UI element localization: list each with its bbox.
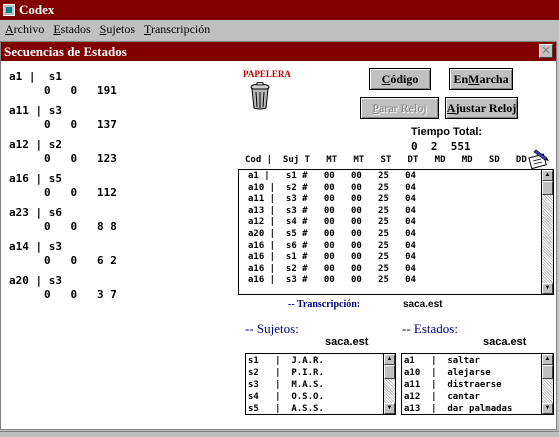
table-row[interactable]: a16 | s2 # 00 00 25 04: [239, 264, 539, 276]
sujetos-rows: s1 | J.A.R. s2 | P.I.R. s3 | M.A.S. s4 |…: [246, 355, 324, 414]
menu-estados[interactable]: Estados: [49, 22, 94, 37]
tiempo-total-values: 0 2 551: [411, 140, 471, 153]
transcripcion-label: -- Transcripción:: [288, 299, 361, 310]
list-item[interactable]: a12 | cantar: [402, 391, 512, 403]
window-title: Secuencias de Estados: [4, 43, 127, 59]
window-title-bar: Secuencias de Estados ✕: [1, 42, 556, 61]
scroll-down-icon[interactable]: ▼: [384, 403, 395, 414]
table-row[interactable]: a16 | s3 # 00 00 25 04: [239, 275, 539, 287]
estados-file: saca.est: [483, 336, 527, 348]
table-row[interactable]: a20 | s5 # 00 00 25 04: [239, 229, 539, 241]
transcripcion-file: saca.est: [403, 299, 443, 310]
list-item[interactable]: s3 | M.A.S.: [246, 379, 324, 391]
sequence-head: a23 | s6: [9, 206, 62, 219]
sequence-values: 0 0 137: [44, 118, 117, 131]
sequence-head: a14 | s3: [9, 240, 62, 253]
sujetos-file: saca.est: [325, 336, 369, 348]
sequence-values: 0 0 123: [44, 152, 117, 165]
sequence-head: a1 | s1: [9, 70, 62, 83]
estados-label: -- Estados:: [402, 321, 458, 336]
list-item[interactable]: a1 | saltar: [402, 355, 512, 367]
estados-listbox[interactable]: a1 | saltar a10 | alejarse a11 | distrae…: [401, 353, 554, 415]
table-row[interactable]: a11 | s3 # 00 00 25 04: [239, 194, 539, 206]
app-menu-icon[interactable]: [3, 4, 15, 16]
scroll-down-icon[interactable]: ▼: [542, 283, 553, 294]
table-row[interactable]: a12 | s4 # 00 00 25 04: [239, 217, 539, 229]
events-table[interactable]: a1 | s1 # 00 00 25 04 a10 | s2 # 00 00 2…: [238, 169, 554, 295]
scroll-up-icon[interactable]: ▲: [542, 354, 553, 365]
estados-scrollbar[interactable]: ▲ ▼: [541, 354, 553, 414]
table-row[interactable]: a16 | s1 # 00 00 25 04: [239, 252, 539, 264]
ajustar-reloj-button[interactable]: Ajustar Reloj: [445, 97, 518, 119]
menu-sujetos[interactable]: Sujetos: [96, 22, 139, 37]
table-row[interactable]: a13 | s3 # 00 00 25 04: [239, 206, 539, 218]
sequence-values: 0 0 191: [44, 84, 117, 97]
sequence-entry: a1 | s1 0 0 191: [9, 67, 239, 101]
parar-reloj-button[interactable]: Parar Reloj: [360, 97, 439, 119]
scroll-up-icon[interactable]: ▲: [384, 354, 395, 365]
table-scrollbar[interactable]: ▲ ▼: [541, 170, 553, 294]
menubar: Archivo Estados Sujetos Transcripción: [0, 20, 559, 39]
scroll-up-icon[interactable]: ▲: [542, 170, 553, 181]
scroll-down-icon[interactable]: ▼: [542, 403, 553, 414]
sequence-entry: a16 | s5 0 0 112: [9, 169, 239, 203]
sujetos-listbox[interactable]: s1 | J.A.R. s2 | P.I.R. s3 | M.A.S. s4 |…: [245, 353, 396, 415]
table-row[interactable]: a1 | s1 # 00 00 25 04: [239, 171, 539, 183]
sequence-head: a12 | s2: [9, 138, 62, 151]
table-row[interactable]: a10 | s2 # 00 00 25 04: [239, 183, 539, 195]
events-table-rows: a1 | s1 # 00 00 25 04 a10 | s2 # 00 00 2…: [239, 171, 539, 287]
sequence-entry: a23 | s6 0 0 8 8: [9, 203, 239, 237]
codigo-button[interactable]: Código: [369, 68, 431, 90]
close-icon[interactable]: ✕: [539, 44, 553, 58]
tiempo-total-label: Tiempo Total:: [411, 126, 483, 138]
list-item[interactable]: s5 | A.S.S.: [246, 403, 324, 414]
app-title-bar: Codex: [0, 0, 559, 20]
sequence-head: a11 | s3: [9, 104, 62, 117]
app-title: Codex: [19, 2, 55, 17]
list-item[interactable]: a13 | dar palmadas: [402, 403, 512, 414]
list-item[interactable]: a11 | distraerse: [402, 379, 512, 391]
papelera-label: PAPELERA: [243, 69, 291, 79]
trash-can-icon[interactable]: [249, 82, 271, 110]
list-item[interactable]: s1 | J.A.R.: [246, 355, 324, 367]
status-bar: [0, 431, 559, 437]
scroll-thumb[interactable]: [542, 181, 553, 195]
sequence-values: 0 0 112: [44, 186, 117, 199]
menu-transcripcion[interactable]: Transcripción: [140, 22, 214, 37]
sequence-list: a1 | s1 0 0 191 a11 | s3 0 0 137 a12 | s…: [9, 67, 239, 305]
en-marcha-button[interactable]: En Marcha: [449, 68, 513, 90]
sequence-values: 0 0 8 8: [44, 220, 117, 233]
sequence-entry: a11 | s3 0 0 137: [9, 101, 239, 135]
list-item[interactable]: s2 | P.I.R.: [246, 367, 324, 379]
sequence-entry: a20 | s3 0 0 3 7: [9, 271, 239, 305]
table-row[interactable]: a16 | s6 # 00 00 25 04: [239, 241, 539, 253]
edit-pencil-icon[interactable]: [527, 146, 551, 170]
sequence-head: a16 | s5: [9, 172, 62, 185]
scroll-thumb[interactable]: [542, 365, 553, 379]
secuencias-window: Secuencias de Estados ✕ a1 | s1 0 0 191 …: [0, 41, 557, 430]
list-item[interactable]: s4 | O.S.O.: [246, 391, 324, 403]
estados-rows: a1 | saltar a10 | alejarse a11 | distrae…: [402, 355, 512, 414]
sujetos-label: -- Sujetos:: [245, 321, 299, 336]
sequence-head: a20 | s3: [9, 274, 62, 287]
sequence-entry: a14 | s3 0 0 6 2: [9, 237, 239, 271]
scroll-thumb[interactable]: [384, 365, 395, 379]
list-item[interactable]: a10 | alejarse: [402, 367, 512, 379]
menu-archivo[interactable]: Archivo: [1, 22, 48, 37]
sequence-values: 0 0 3 7: [44, 288, 117, 301]
events-table-header: Cod | Suj T MT MT ST DT MD MD SD DD: [245, 155, 527, 165]
sujetos-scrollbar[interactable]: ▲ ▼: [383, 354, 395, 414]
sequence-entry: a12 | s2 0 0 123: [9, 135, 239, 169]
sequence-values: 0 0 6 2: [44, 254, 117, 267]
